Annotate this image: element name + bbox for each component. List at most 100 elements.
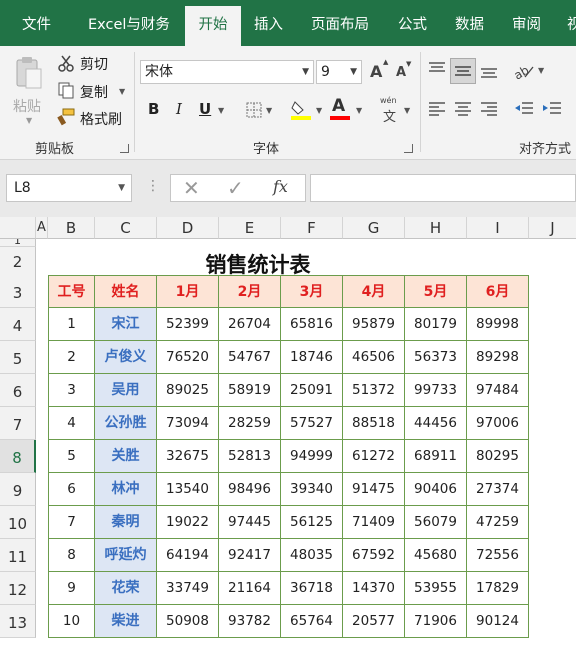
sales-cell[interactable]: 50908 xyxy=(157,605,219,638)
name-cell[interactable]: 林冲 xyxy=(95,473,157,506)
row-header-5[interactable]: 5 xyxy=(0,341,36,374)
row-header-12[interactable]: 12 xyxy=(0,572,36,605)
sales-cell[interactable]: 52813 xyxy=(219,440,281,473)
row-header-1[interactable]: 1 xyxy=(0,239,36,247)
sales-cell[interactable]: 99733 xyxy=(405,374,467,407)
table-header-cell[interactable]: 6月 xyxy=(467,275,529,308)
name-cell[interactable]: 秦明 xyxy=(95,506,157,539)
row-header-2[interactable]: 2 xyxy=(0,247,36,277)
sales-cell[interactable]: 90406 xyxy=(405,473,467,506)
shrink-font-button[interactable]: A xyxy=(396,65,406,80)
sales-cell[interactable]: 94999 xyxy=(281,440,343,473)
tab-insert[interactable]: 插入 xyxy=(254,0,283,46)
align-top-icon[interactable] xyxy=(426,58,448,80)
sales-cell[interactable]: 73094 xyxy=(157,407,219,440)
sales-cell[interactable]: 20577 xyxy=(343,605,405,638)
paste-dropdown-icon[interactable]: ▼ xyxy=(26,116,32,125)
underline-button[interactable]: U xyxy=(199,100,211,118)
underline-dropdown-icon[interactable]: ▼ xyxy=(218,106,224,115)
sales-cell[interactable]: 97006 xyxy=(467,407,529,440)
tab-review[interactable]: 审阅 xyxy=(512,0,541,46)
sales-cell[interactable]: 19022 xyxy=(157,506,219,539)
phonetic-dropdown-icon[interactable]: ▼ xyxy=(404,106,410,115)
name-cell[interactable]: 花荣 xyxy=(95,572,157,605)
orientation-icon[interactable]: ab xyxy=(512,60,536,82)
sales-cell[interactable]: 18746 xyxy=(281,341,343,374)
tab-view[interactable]: 视 xyxy=(567,0,576,46)
increase-indent-icon[interactable] xyxy=(540,98,564,120)
row-header-11[interactable]: 11 xyxy=(0,539,36,572)
align-middle-icon[interactable] xyxy=(450,58,476,84)
cut-button[interactable]: 剪切 xyxy=(80,54,108,74)
table-header-cell[interactable]: 姓名 xyxy=(95,275,157,308)
align-left-icon[interactable] xyxy=(426,98,448,120)
table-header-cell[interactable]: 3月 xyxy=(281,275,343,308)
sales-cell[interactable]: 44456 xyxy=(405,407,467,440)
column-header-b[interactable]: B xyxy=(48,217,95,239)
align-bottom-icon[interactable] xyxy=(478,58,500,84)
tab-page-layout[interactable]: 页面布局 xyxy=(311,0,369,46)
row-header-9[interactable]: 9 xyxy=(0,473,36,506)
table-header-cell[interactable]: 1月 xyxy=(157,275,219,308)
column-header-f[interactable]: F xyxy=(281,217,343,239)
column-header-g[interactable]: G xyxy=(343,217,405,239)
column-header-i[interactable]: I xyxy=(467,217,529,239)
align-center-icon[interactable] xyxy=(452,98,474,120)
name-cell[interactable]: 吴用 xyxy=(95,374,157,407)
align-right-icon[interactable] xyxy=(478,98,500,120)
id-cell[interactable]: 10 xyxy=(48,605,95,638)
table-header-cell[interactable]: 5月 xyxy=(405,275,467,308)
italic-button[interactable]: I xyxy=(176,100,182,118)
cancel-icon[interactable]: ✕ xyxy=(183,176,200,200)
id-cell[interactable]: 3 xyxy=(48,374,95,407)
bold-button[interactable]: B xyxy=(148,100,159,118)
column-header-d[interactable]: D xyxy=(157,217,219,239)
sales-cell[interactable]: 95879 xyxy=(343,308,405,341)
sales-cell[interactable]: 67592 xyxy=(343,539,405,572)
sales-cell[interactable]: 71906 xyxy=(405,605,467,638)
row-header-3[interactable]: 3 xyxy=(0,275,36,308)
orientation-dropdown-icon[interactable]: ▼ xyxy=(538,66,544,75)
borders-icon[interactable] xyxy=(244,100,264,120)
sales-cell[interactable]: 56125 xyxy=(281,506,343,539)
column-header-e[interactable]: E xyxy=(219,217,281,239)
sales-cell[interactable]: 91475 xyxy=(343,473,405,506)
row-header-6[interactable]: 6 xyxy=(0,374,36,407)
font-launcher-icon[interactable] xyxy=(404,144,413,153)
worksheet-grid[interactable]: A B C D E F G H I J 1 2 3 4 5 6 7 8 9 10 11 12 13 … xyxy=(0,217,576,664)
name-cell[interactable]: 卢俊义 xyxy=(95,341,157,374)
sales-cell[interactable]: 57527 xyxy=(281,407,343,440)
id-cell[interactable]: 8 xyxy=(48,539,95,572)
table-header-cell[interactable]: 2月 xyxy=(219,275,281,308)
font-color-button[interactable]: A xyxy=(332,96,345,116)
sales-cell[interactable]: 46506 xyxy=(343,341,405,374)
sales-cell[interactable]: 36718 xyxy=(281,572,343,605)
sales-cell[interactable]: 14370 xyxy=(343,572,405,605)
sales-cell[interactable]: 72556 xyxy=(467,539,529,572)
copy-button[interactable]: 复制 xyxy=(80,82,108,102)
sales-cell[interactable]: 89998 xyxy=(467,308,529,341)
sales-cell[interactable]: 39340 xyxy=(281,473,343,506)
sales-cell[interactable]: 97484 xyxy=(467,374,529,407)
sales-cell[interactable]: 32675 xyxy=(157,440,219,473)
column-header-j[interactable]: J xyxy=(529,217,576,239)
id-cell[interactable]: 4 xyxy=(48,407,95,440)
id-cell[interactable]: 1 xyxy=(48,308,95,341)
id-cell[interactable]: 6 xyxy=(48,473,95,506)
sales-cell[interactable]: 25091 xyxy=(281,374,343,407)
paste-icon[interactable] xyxy=(12,54,46,92)
sales-cell[interactable]: 89025 xyxy=(157,374,219,407)
sales-cell[interactable]: 56079 xyxy=(405,506,467,539)
grow-font-button[interactable]: A xyxy=(370,62,382,81)
formula-input[interactable] xyxy=(310,174,576,202)
sales-cell[interactable]: 97445 xyxy=(219,506,281,539)
id-cell[interactable]: 9 xyxy=(48,572,95,605)
id-cell[interactable]: 5 xyxy=(48,440,95,473)
row-header-10[interactable]: 10 xyxy=(0,506,36,539)
id-cell[interactable]: 2 xyxy=(48,341,95,374)
name-box[interactable]: L8 ▼ xyxy=(6,174,132,202)
format-painter-button[interactable]: 格式刷 xyxy=(80,109,122,129)
font-name-select[interactable]: 宋体 ▼ xyxy=(140,60,314,84)
sales-cell[interactable]: 80295 xyxy=(467,440,529,473)
tab-data[interactable]: 数据 xyxy=(455,0,484,46)
